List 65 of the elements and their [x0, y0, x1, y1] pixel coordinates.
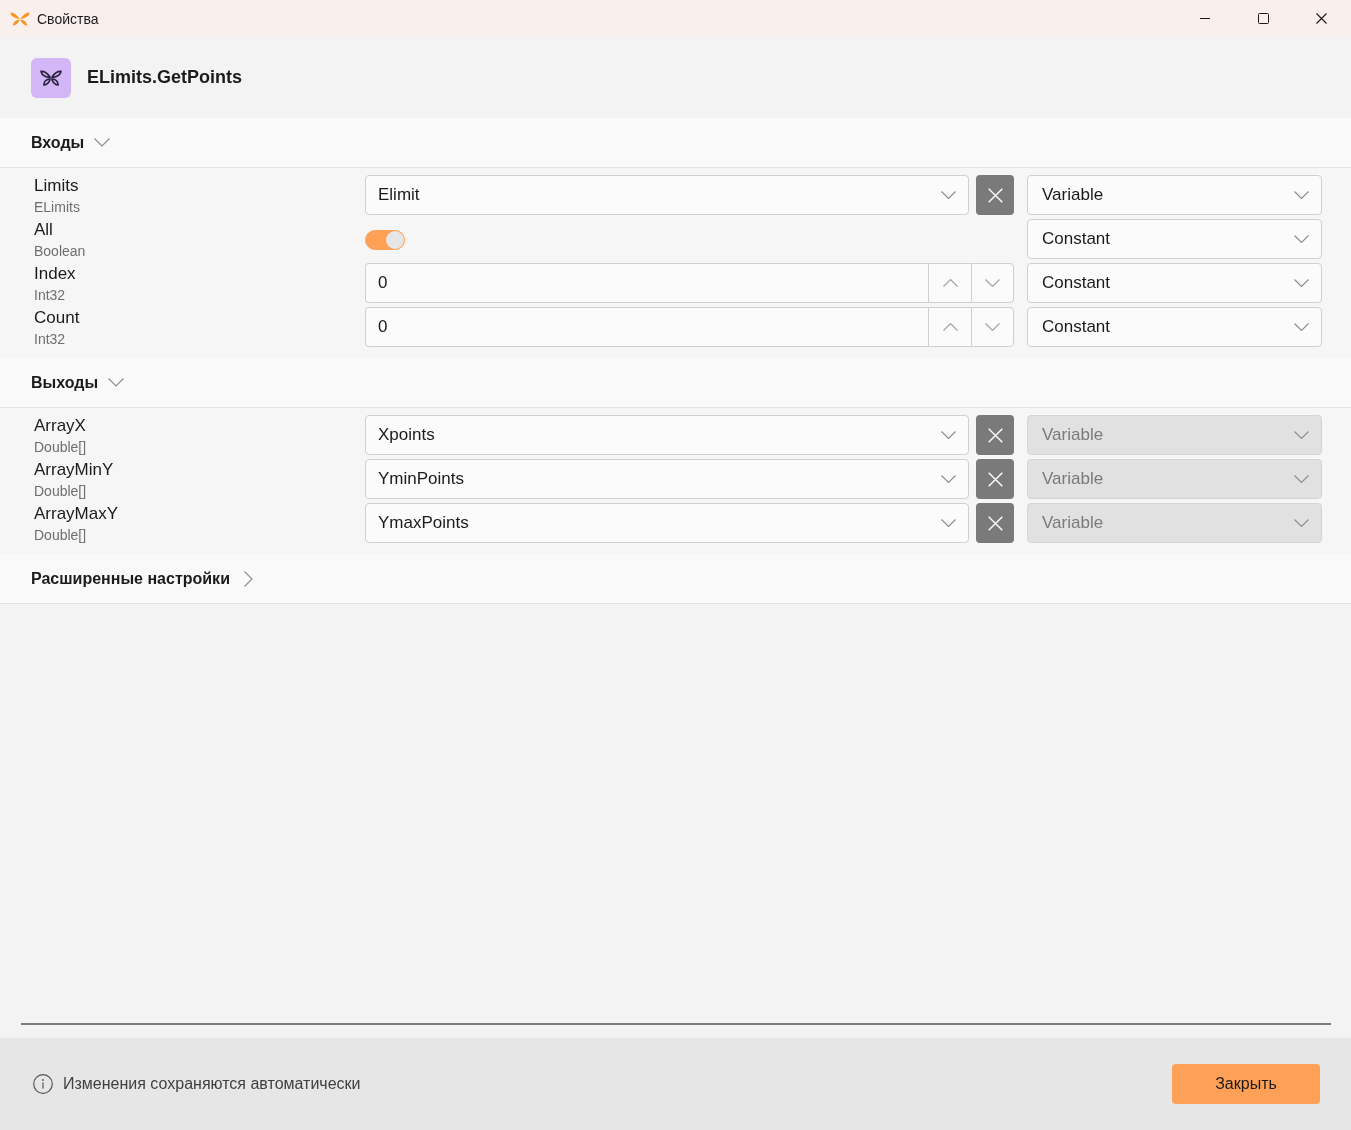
clear-button[interactable] — [976, 503, 1014, 543]
increment-button[interactable] — [928, 263, 971, 303]
parameter-type: ELimits — [34, 198, 81, 217]
butterfly-icon — [10, 11, 30, 26]
chevron-down-icon — [1294, 475, 1309, 483]
parameter-type: Int32 — [34, 286, 67, 305]
parameter-type: Boolean — [34, 242, 87, 261]
chevron-down-icon — [1294, 431, 1309, 439]
close-button[interactable]: Закрыть — [1172, 1064, 1320, 1104]
cross-icon — [987, 187, 1003, 203]
clear-button[interactable] — [976, 175, 1014, 215]
value-dropdown[interactable]: Xpoints — [365, 415, 969, 455]
parameter-name: Index — [34, 263, 77, 285]
cross-icon — [987, 515, 1003, 531]
clear-button[interactable] — [976, 415, 1014, 455]
section-toggle[interactable]: Расширенные настройки — [31, 569, 253, 588]
toggle-switch[interactable] — [365, 230, 405, 250]
chevron-down-icon — [1294, 235, 1309, 243]
value-dropdown[interactable]: YmaxPoints — [365, 503, 969, 543]
increment-button[interactable] — [928, 307, 971, 347]
chevron-up-icon — [942, 323, 958, 331]
chevron-down-icon — [1294, 519, 1309, 527]
butterfly-icon — [31, 57, 71, 98]
parameter-type: Int32 — [34, 330, 67, 349]
section-toggle[interactable]: Входы — [31, 133, 111, 152]
value-dropdown[interactable]: Elimit — [365, 175, 969, 215]
parameter-type: Double[] — [34, 526, 88, 545]
parameter-name: ArrayX — [34, 415, 87, 437]
parameter-type: Double[] — [34, 438, 88, 457]
number-field[interactable]: 0 — [365, 307, 928, 347]
minimize-icon — [1200, 18, 1210, 19]
mode-dropdown[interactable]: Constant — [1027, 263, 1322, 303]
chevron-down-icon — [941, 475, 956, 483]
chevron-down-icon — [985, 323, 1000, 331]
parameter-name: ArrayMaxY — [34, 503, 120, 525]
clear-button[interactable] — [976, 459, 1014, 499]
chevron-down-icon — [1294, 279, 1309, 287]
number-field[interactable]: 0 — [365, 263, 928, 303]
section-toggle[interactable]: Выходы — [31, 373, 125, 392]
parameter-name: ArrayMinY — [34, 459, 115, 481]
status-text: Изменения сохраняются автоматически — [63, 1075, 361, 1093]
chevron-down-icon — [941, 519, 956, 527]
chevron-down-icon — [941, 431, 956, 439]
info-icon — [33, 1074, 53, 1094]
decrement-button[interactable] — [971, 263, 1014, 303]
decrement-button[interactable] — [971, 307, 1014, 347]
parameter-type: Double[] — [34, 482, 88, 501]
block-title: ELimits.GetPoints — [87, 67, 243, 88]
chevron-down-icon — [1294, 323, 1309, 331]
value-dropdown[interactable]: YminPoints — [365, 459, 969, 499]
mode-dropdown[interactable]: Variable — [1027, 175, 1322, 215]
mode-dropdown[interactable]: Constant — [1027, 307, 1322, 347]
close-icon — [1315, 13, 1327, 24]
cross-icon — [987, 471, 1003, 487]
maximize-icon — [1257, 13, 1269, 24]
parameter-name: Count — [34, 307, 81, 329]
chevron-down-icon — [941, 191, 956, 199]
cross-icon — [987, 427, 1003, 443]
mode-dropdown[interactable]: Constant — [1027, 219, 1322, 259]
parameter-name: Limits — [34, 175, 80, 197]
chevron-down-icon — [985, 279, 1000, 287]
parameter-name: All — [34, 219, 54, 241]
chevron-up-icon — [942, 279, 958, 287]
chevron-down-icon — [1294, 191, 1309, 199]
window-title: Свойства — [37, 10, 99, 27]
